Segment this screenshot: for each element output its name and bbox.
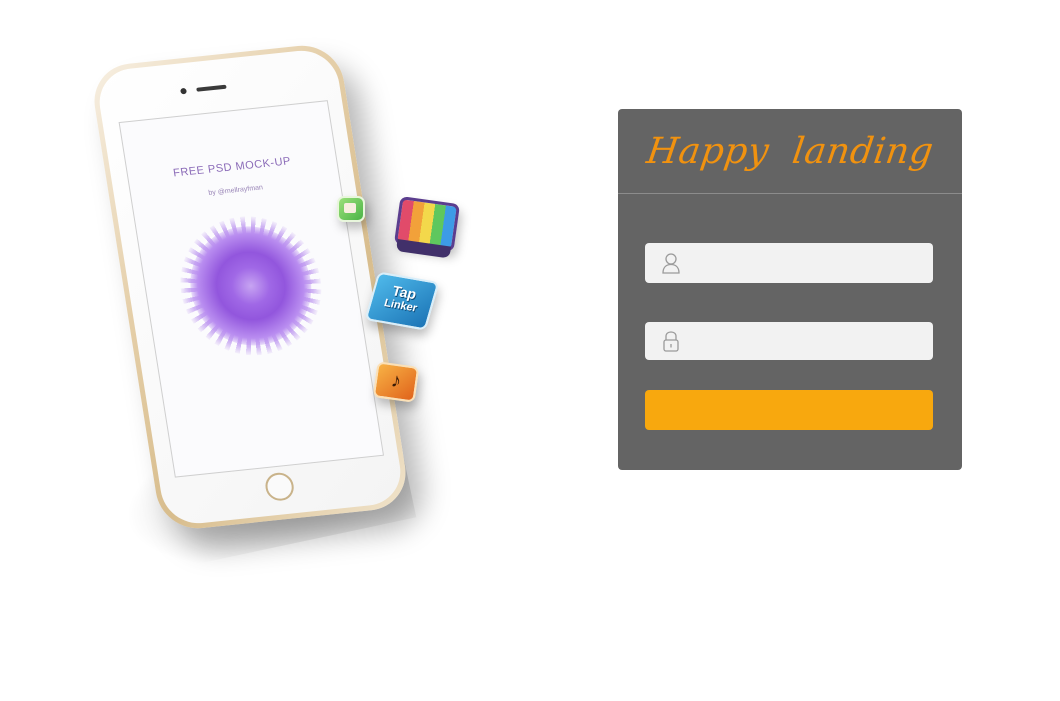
password-field[interactable]: [645, 322, 933, 362]
small-green-app-icon: [337, 196, 365, 222]
tap-linker-app-icon: Tap Linker: [364, 271, 440, 331]
login-button[interactable]: [645, 390, 933, 430]
speaker-icon: [196, 84, 227, 92]
camera-icon: [180, 87, 188, 95]
music-app-icon: ♪: [372, 361, 420, 403]
username-input[interactable]: [691, 243, 925, 285]
music-note-icon: ♪: [389, 369, 403, 393]
login-header: Happy landing: [618, 109, 962, 194]
lock-icon: [661, 330, 681, 352]
tv-app-icon: [393, 196, 461, 252]
phone-illustration: FREE PSD MOCK-UP by @mellrayfman Tap Lin…: [88, 40, 461, 580]
phone-screen: FREE PSD MOCK-UP by @mellrayfman: [118, 100, 385, 478]
login-panel: Happy landing: [618, 109, 962, 470]
username-field[interactable]: [645, 243, 933, 285]
page: FREE PSD MOCK-UP by @mellrayfman Tap Lin…: [0, 0, 1060, 701]
password-input[interactable]: [691, 322, 925, 362]
home-button-icon: [263, 471, 296, 503]
user-icon: [661, 252, 681, 274]
login-title: Happy landing: [644, 130, 936, 172]
